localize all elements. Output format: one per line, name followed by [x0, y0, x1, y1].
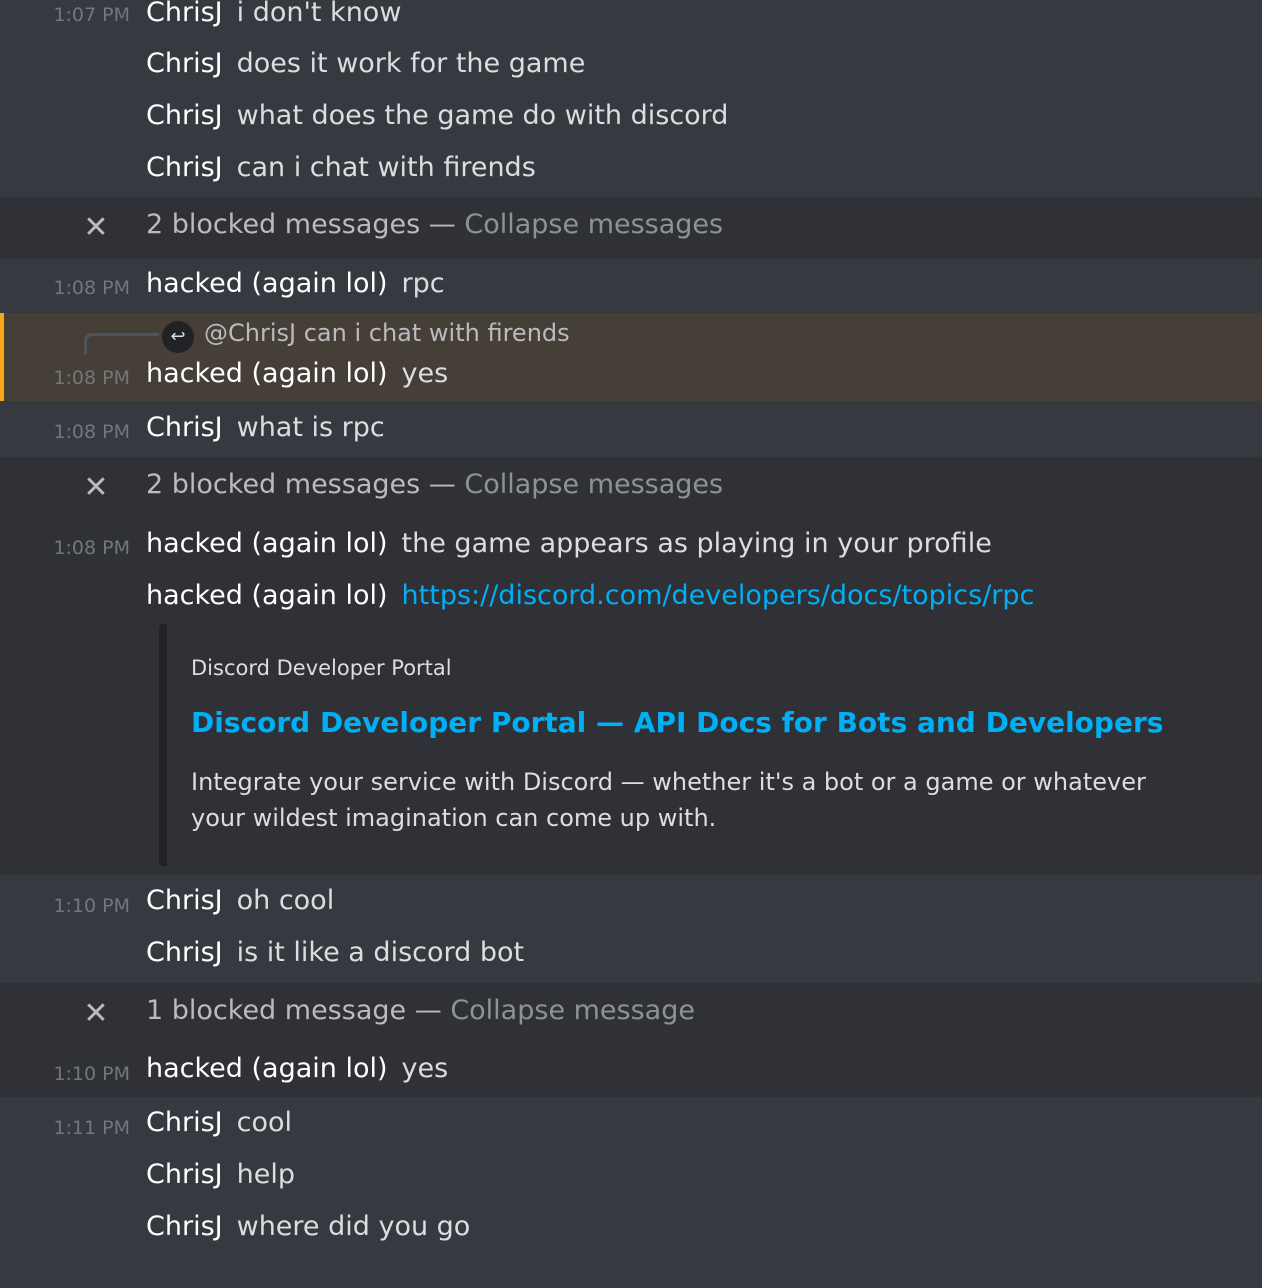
username[interactable]: ChrisJ	[146, 1159, 223, 1190]
message-row[interactable]: ChrisJ where did you go	[0, 1205, 1262, 1257]
username[interactable]: hacked (again lol)	[146, 528, 388, 559]
message-row[interactable]: hacked (again lol) https://discord.com/de…	[0, 571, 1262, 623]
message-text: what does the game do with discord	[236, 100, 729, 131]
username[interactable]: ChrisJ	[146, 1211, 223, 1242]
message-row[interactable]: 1:08 PM hacked (again lol) rpc	[0, 259, 1262, 313]
message-row[interactable]: 1:11 PM ChrisJ cool	[0, 1097, 1262, 1153]
username[interactable]: hacked (again lol)	[146, 580, 388, 611]
message-text: oh cool	[236, 885, 335, 916]
collapse-messages-link[interactable]: Collapse messages	[464, 209, 723, 240]
message-row[interactable]: ChrisJ what does the game do with discord	[0, 98, 1262, 138]
message-text: can i chat with firends	[236, 152, 536, 183]
blocked-messages-bar: ✕ 2 blocked messages — Collapse messages	[0, 197, 1262, 259]
username[interactable]: ChrisJ	[146, 0, 223, 28]
timestamp: 1:07 PM	[53, 4, 130, 26]
message-text: yes	[401, 1053, 449, 1084]
username[interactable]: ChrisJ	[146, 885, 223, 916]
reply-quoted-text: can i chat with firends	[303, 319, 570, 347]
blocked-separator: —	[428, 209, 456, 240]
message-row[interactable]: 1:08 PM hacked (again lol) the game appea…	[0, 519, 1262, 571]
collapse-messages-link[interactable]: Collapse messages	[464, 469, 723, 500]
timestamp: 1:08 PM	[53, 277, 130, 299]
message-text: cool	[236, 1107, 292, 1138]
reply-preview[interactable]: @ChrisJ can i chat with firends	[204, 319, 570, 347]
message-text: the game appears as playing in your prof…	[401, 528, 992, 559]
message-row[interactable]: 1:10 PM ChrisJ oh cool	[0, 875, 1262, 931]
message-text: i don't know	[236, 0, 402, 28]
username[interactable]: ChrisJ	[146, 937, 223, 968]
message-row[interactable]: 1:07 PM ChrisJ i don't know	[0, 0, 1262, 40]
message-link[interactable]: https://discord.com/developers/docs/topi…	[402, 580, 1035, 611]
timestamp: 1:08 PM	[53, 537, 130, 559]
timestamp: 1:10 PM	[53, 1063, 130, 1085]
message-row[interactable]: ChrisJ help	[0, 1153, 1262, 1205]
message-text: what is rpc	[236, 412, 385, 443]
message-text: where did you go	[236, 1211, 471, 1242]
embed-title-link[interactable]: Discord Developer Portal — API Docs for …	[191, 706, 1163, 739]
username[interactable]: hacked (again lol)	[146, 1053, 388, 1084]
message-row[interactable]: 1:08 PM ChrisJ what is rpc	[0, 401, 1262, 457]
username[interactable]: ChrisJ	[146, 1107, 223, 1138]
username[interactable]: ChrisJ	[146, 100, 223, 131]
link-embed: Discord Developer Portal Discord Develop…	[159, 624, 1198, 866]
blocked-separator: —	[414, 995, 442, 1026]
close-icon[interactable]: ✕	[82, 213, 110, 243]
timestamp: 1:08 PM	[53, 421, 130, 443]
reply-spine	[84, 333, 159, 354]
message-text: does it work for the game	[236, 48, 586, 79]
username[interactable]: ChrisJ	[146, 48, 223, 79]
blocked-count: 1 blocked message	[146, 995, 407, 1026]
username[interactable]: hacked (again lol)	[146, 268, 388, 299]
message-text: help	[236, 1159, 295, 1190]
username[interactable]: ChrisJ	[146, 412, 223, 443]
reply-message-row[interactable]: ↩ @ChrisJ can i chat with firends 1:08 P…	[0, 313, 1262, 401]
message-row[interactable]: ChrisJ can i chat with firends	[0, 150, 1262, 190]
blocked-separator: —	[428, 469, 456, 500]
embed-description: Integrate your service with Discord — wh…	[191, 768, 1146, 832]
timestamp: 1:08 PM	[53, 367, 130, 389]
message-text: yes	[401, 358, 449, 389]
blocked-count: 2 blocked messages	[146, 209, 421, 240]
reply-arrow-icon: ↩	[162, 321, 194, 353]
close-icon[interactable]: ✕	[82, 473, 110, 503]
message-row[interactable]: ChrisJ is it like a discord bot	[0, 931, 1262, 983]
message-text: is it like a discord bot	[236, 937, 525, 968]
embed-provider[interactable]: Discord Developer Portal	[191, 656, 452, 680]
timestamp: 1:10 PM	[53, 895, 130, 917]
message-row[interactable]: ChrisJ does it work for the game	[0, 46, 1262, 86]
timestamp: 1:11 PM	[53, 1117, 130, 1139]
message-row[interactable]: 1:10 PM hacked (again lol) yes	[0, 1045, 1262, 1097]
collapse-message-link[interactable]: Collapse message	[450, 995, 695, 1026]
close-icon[interactable]: ✕	[82, 999, 110, 1029]
blocked-count: 2 blocked messages	[146, 469, 421, 500]
username[interactable]: ChrisJ	[146, 152, 223, 183]
message-text: rpc	[401, 268, 445, 299]
reply-target-mention[interactable]: @ChrisJ	[204, 319, 296, 347]
username[interactable]: hacked (again lol)	[146, 358, 388, 389]
